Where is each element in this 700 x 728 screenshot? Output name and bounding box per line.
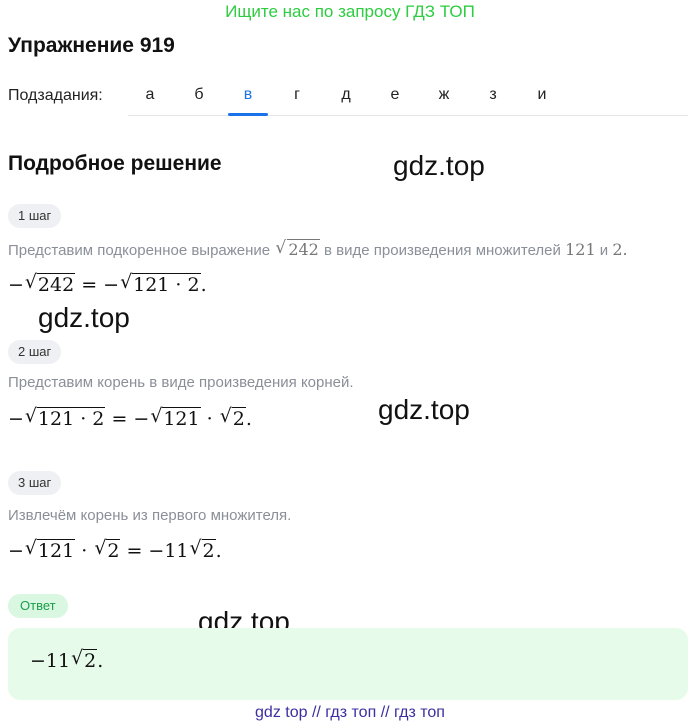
step-3-badge: 3 шаг: [8, 471, 62, 495]
step-3-text: Извлечём корень из первого множителя.: [8, 507, 292, 524]
minus-sign: −: [8, 540, 24, 562]
period: .: [97, 650, 104, 672]
active-tab-indicator: [228, 113, 268, 116]
period: .: [215, 540, 222, 562]
radicand: 242: [287, 239, 320, 259]
step-1-formula: −242 = − 121 · 2.: [8, 271, 207, 296]
radicand: 2: [106, 539, 121, 562]
radicand: 242: [36, 273, 76, 296]
tab-zh[interactable]: ж: [424, 86, 464, 104]
sqrt-expression: 121: [25, 537, 76, 562]
tab-g[interactable]: г: [277, 86, 317, 104]
sqrt-expression: 2: [220, 405, 246, 430]
tab-d[interactable]: д: [326, 86, 366, 104]
answer-formula: −11 2.: [30, 647, 104, 672]
step-2-text: Представим корень в виде произведения ко…: [8, 374, 354, 391]
factor-value: 2.: [612, 240, 628, 259]
equals-sign: = −: [105, 408, 150, 430]
search-hint-banner: Ищите нас по запросу ГДЗ ТОП: [225, 2, 475, 21]
tab-v[interactable]: в: [228, 86, 268, 104]
sqrt-expression: 121: [150, 405, 201, 430]
step-1-text-part: и: [595, 242, 613, 259]
radicand: 121 · 2: [132, 273, 201, 296]
subtasks-label: Подзадания:: [8, 87, 103, 104]
radicand: 2: [231, 407, 246, 430]
step-2-formula: −121 · 2 = −121 · 2.: [8, 405, 252, 430]
sqrt-expression: 2: [190, 537, 216, 562]
radicand: 121 · 2: [36, 407, 106, 430]
tab-e[interactable]: е: [375, 86, 415, 104]
minus-sign: −: [8, 408, 24, 430]
watermark: gdz.top: [378, 394, 470, 425]
footer-links[interactable]: gdz top // гдз топ // гдз топ: [0, 704, 700, 722]
tab-i[interactable]: и: [522, 86, 562, 104]
step-1-text-part: Представим подкоренное выражение: [8, 242, 275, 259]
tab-a[interactable]: а: [130, 86, 170, 104]
answer-coefficient: −11: [30, 650, 71, 672]
step-1-text: Представим подкоренное выражение 242 в в…: [8, 238, 628, 259]
subtasks-nav: Подзадания: а б в г д е ж з и: [8, 80, 688, 116]
tab-z[interactable]: з: [473, 86, 513, 104]
watermark: gdz.top: [393, 150, 485, 181]
radicand: 121: [36, 539, 76, 562]
radicand: 2: [83, 649, 98, 672]
sqrt-expression: 2: [71, 647, 98, 672]
equals-sign: = −: [75, 274, 120, 296]
period: .: [200, 274, 207, 296]
tab-b[interactable]: б: [179, 86, 219, 104]
equals-sign: = −11: [120, 540, 189, 562]
radicand: 121: [162, 407, 201, 430]
factor-value: 121: [565, 240, 596, 259]
step-3-formula: −121 · 2 = −112.: [8, 537, 222, 562]
step-2-badge: 2 шаг: [8, 340, 62, 364]
sqrt-expression: 242: [275, 238, 320, 259]
solution-heading: Подробное решение: [8, 152, 222, 175]
subtasks-divider: [128, 115, 688, 116]
sqrt-expression: 242: [25, 271, 76, 296]
page-title: Упражнение 919: [8, 34, 175, 57]
answer-badge: Ответ: [8, 594, 68, 618]
sqrt-expression: 121 · 2: [120, 271, 201, 296]
sqrt-expression: 2: [94, 537, 121, 562]
minus-sign: −: [8, 274, 24, 296]
step-1-text-part: в виде произведения множителей: [319, 242, 566, 259]
radicand: 2: [201, 539, 216, 562]
step-1-badge: 1 шаг: [8, 204, 62, 228]
sqrt-expression: 121 · 2: [25, 405, 106, 430]
watermark: gdz.top: [38, 302, 130, 333]
multiply-dot: ·: [200, 408, 219, 430]
answer-box: −11 2.: [8, 628, 688, 700]
period: .: [245, 408, 252, 430]
multiply-dot: ·: [75, 540, 94, 562]
